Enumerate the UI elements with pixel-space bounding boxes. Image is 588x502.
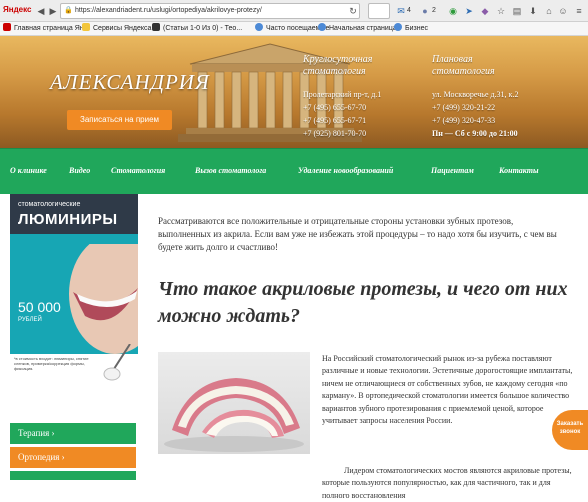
ad-title-area: стоматологические ЛЮМИНИРЫ <box>10 194 138 234</box>
main-nav: О клинике Видео Стоматология Вызов стома… <box>0 148 588 194</box>
sidebar-item-orthopedics[interactable]: Ортопедия › <box>10 447 136 468</box>
nav-dentistry[interactable]: Стоматология <box>111 166 165 175</box>
round-the-clock-title-line1: Круглосуточная <box>303 54 373 65</box>
working-hours: Пн — Сб с 9:00 до 21:00 <box>432 129 518 138</box>
notification-icon[interactable]: ● <box>418 4 432 18</box>
round-the-clock-title-line2: стоматология <box>303 66 366 77</box>
search-input[interactable] <box>368 3 390 19</box>
ad-footnote: *в стоимость входит: люминиры, снятие сл… <box>14 356 89 371</box>
bookmarks-bar: Главная страница Ян... Сервисы Яндекса (… <box>0 22 588 36</box>
chat-icon[interactable]: ☺ <box>556 4 570 18</box>
reload-icon[interactable]: ↻ <box>346 4 360 18</box>
phone-2[interactable]: +7 (495) 655-67-71 <box>303 115 366 127</box>
nav-contacts[interactable]: Контакты <box>499 166 539 175</box>
callback-line2: звонок <box>559 429 581 435</box>
phone-4[interactable]: +7 (499) 320-21-22 <box>432 102 495 114</box>
address-bar[interactable]: 🔒 https://alexandriadent.ru/uslugi/ortop… <box>60 3 360 19</box>
yandex-label[interactable]: Яндекс <box>3 5 31 14</box>
article-paragraph-2: Лидером стоматологических мостов являютс… <box>322 466 572 500</box>
nav-dentist-call[interactable]: Вызов стоматолога <box>195 166 266 175</box>
ad-smile-area: 50 000 РУБЛЕЙ <box>10 234 138 354</box>
callback-line1: Заказать <box>556 421 584 427</box>
ad-line1: стоматологические <box>18 201 81 208</box>
nav-video[interactable]: Видео <box>69 166 90 175</box>
intro-text: Рассматриваются все положительные и отри… <box>158 216 557 252</box>
forward-icon[interactable]: ▶ <box>46 4 60 18</box>
phone-3[interactable]: +7 (925) 801-70-70 <box>303 128 366 140</box>
sidebar-item-next[interactable] <box>10 471 136 480</box>
download-icon[interactable]: ⬇ <box>526 4 540 18</box>
extension-arrow-icon[interactable]: ➤ <box>462 4 476 18</box>
lock-icon: 🔒 <box>64 7 73 14</box>
mail-icon[interactable]: ✉ <box>394 4 408 18</box>
page-heading: Что такое акриловые протезы, и чего от н… <box>158 278 568 327</box>
sidebar-item-therapy[interactable]: Терапия › <box>10 423 136 444</box>
ad-price: 50 000 <box>18 299 61 315</box>
ad-currency: РУБЛЕЙ <box>18 317 42 323</box>
bookmark-item[interactable]: Сервисы Яндекса <box>82 23 151 35</box>
veneer-tool-icon <box>103 344 131 381</box>
home-icon[interactable]: ⌂ <box>542 4 556 18</box>
nav-patients[interactable]: Пациентам <box>431 166 474 175</box>
site-logo[interactable]: АЛЕКСАНДРИЯ <box>50 70 210 95</box>
nav-about[interactable]: О клинике <box>10 166 47 175</box>
url-text: https://alexandriadent.ru/uslugi/ortoped… <box>75 7 262 14</box>
address-2: ул. Москворечье д.31, к.2 <box>432 90 519 99</box>
star-icon[interactable]: ☆ <box>494 4 508 18</box>
address-1: Пролетарский пр-т, д.1 <box>303 90 382 99</box>
yandex-bookmark-icon <box>3 23 11 31</box>
mail-count: 4 <box>407 7 411 14</box>
globe-icon <box>318 23 326 31</box>
phone-5[interactable]: +7 (499) 320-47-33 <box>432 115 495 127</box>
luminiers-ad-banner[interactable]: стоматологические ЛЮМИНИРЫ 50 000 РУБЛЕЙ… <box>10 194 138 394</box>
site-header: АЛЕКСАНДРИЯ Записаться на прием Круглосу… <box>0 36 588 148</box>
reading-list-icon[interactable]: ▤ <box>510 4 524 18</box>
acrylic-dentures-photo <box>158 352 310 454</box>
globe-icon <box>255 23 263 31</box>
browser-toolbar: Яндекс ◀ ▶ 🔒 https://alexandriadent.ru/u… <box>0 0 588 22</box>
extension-shield-icon[interactable]: ◆ <box>478 4 492 18</box>
globe-icon <box>394 23 402 31</box>
article-paragraph-1: На Российский стоматологический рынок из… <box>322 354 573 426</box>
planned-title-line2: стоматология <box>432 66 495 77</box>
notification-count: 2 <box>432 7 436 14</box>
bookmark-item[interactable]: (Статьи 1-0 Из 0) - Тео... <box>152 23 242 35</box>
page-icon <box>152 23 160 31</box>
planned-title-line1: Плановая <box>432 54 473 65</box>
dentures-image-icon <box>164 378 304 452</box>
callback-button[interactable]: Заказать звонок <box>552 410 588 450</box>
bookmark-item[interactable]: Бизнес <box>394 23 428 35</box>
menu-icon[interactable]: ≡ <box>572 4 586 18</box>
smile-photo-icon <box>69 244 138 354</box>
extension-green-icon[interactable]: ◉ <box>446 4 460 18</box>
bookmark-item[interactable]: Начальная страница <box>318 23 397 35</box>
nav-neoplasm-removal[interactable]: Удаление новообразований <box>298 166 393 175</box>
ad-line2: ЛЮМИНИРЫ <box>18 211 118 228</box>
folder-icon <box>82 23 90 31</box>
appointment-button[interactable]: Записаться на прием <box>67 110 172 130</box>
phone-1[interactable]: +7 (495) 655-67-70 <box>303 102 366 114</box>
bookmark-item[interactable]: Главная страница Ян... <box>3 23 89 35</box>
